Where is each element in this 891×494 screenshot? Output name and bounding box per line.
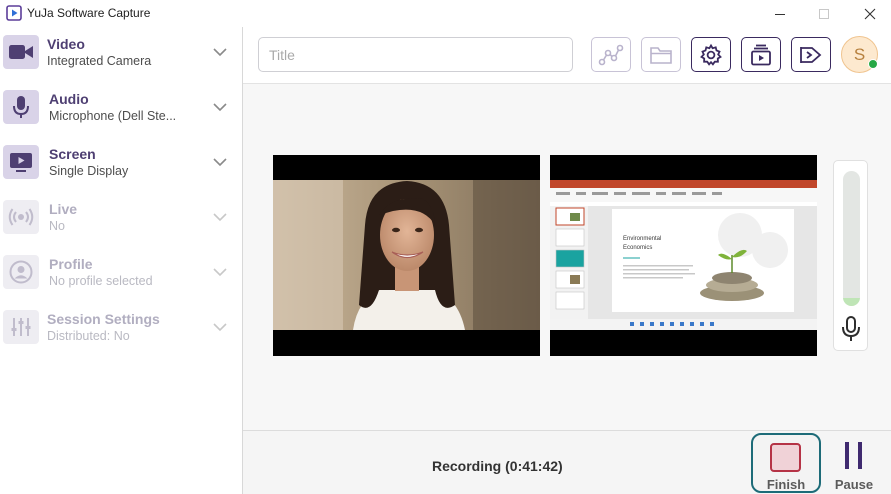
- sidebar-item-title: Session Settings: [47, 311, 160, 327]
- settings-button[interactable]: [691, 37, 731, 72]
- camera-preview: [273, 155, 540, 356]
- slide-title-line1: Environmental: [623, 236, 661, 242]
- yuja-app-icon: [6, 5, 22, 21]
- window-title: YuJa Software Capture: [27, 6, 151, 20]
- sidebar-item-live[interactable]: Live No: [0, 192, 242, 247]
- online-status-dot: [868, 59, 878, 69]
- chevron-down-icon[interactable]: [212, 46, 228, 58]
- sidebar-item-title: Audio: [49, 91, 89, 107]
- finish-label: Finish: [766, 477, 806, 492]
- sidebar-item-session-settings[interactable]: Session Settings Distributed: No: [0, 302, 242, 357]
- sidebar-item-subtitle: No: [49, 219, 65, 233]
- sidebar-item-subtitle: Single Display: [49, 164, 129, 178]
- sliders-icon: [3, 310, 39, 344]
- screen-share-image: Environmental Economics: [550, 180, 817, 330]
- audio-level-meter: [843, 171, 860, 306]
- chevron-down-icon[interactable]: [212, 321, 228, 333]
- maximize-icon: [819, 8, 829, 19]
- chevron-down-icon[interactable]: [212, 266, 228, 278]
- sidebar-item-screen[interactable]: Screen Single Display: [0, 137, 242, 192]
- media-library-button[interactable]: [741, 37, 781, 72]
- maximize-button[interactable]: [803, 0, 845, 27]
- sidebar-item-subtitle: Integrated Camera: [47, 54, 152, 68]
- pause-label: Pause: [834, 477, 874, 492]
- sidebar: Video Integrated Camera Audio Microphone…: [0, 27, 243, 494]
- title-bar: YuJa Software Capture: [0, 0, 891, 27]
- sidebar-item-audio[interactable]: Audio Microphone (Dell Ste...: [0, 82, 242, 137]
- audio-level-fill: [843, 297, 860, 306]
- yuja-capture-window: YuJa Software Capture Video Integrated C…: [0, 0, 891, 494]
- close-icon: [864, 8, 876, 19]
- slide-title-line2: Economics: [623, 245, 652, 251]
- folder-button[interactable]: [641, 37, 681, 72]
- gear-icon: [700, 43, 722, 66]
- live-broadcast-icon: [3, 200, 39, 234]
- announcement-icon: [800, 46, 822, 63]
- minimize-icon: [775, 13, 785, 15]
- title-input[interactable]: [258, 37, 573, 72]
- webcam-feed-image: [273, 180, 540, 330]
- sidebar-item-profile[interactable]: Profile No profile selected: [0, 247, 242, 302]
- announcement-button[interactable]: [791, 37, 831, 72]
- workflow-button[interactable]: [591, 37, 631, 72]
- sidebar-item-title: Profile: [49, 256, 93, 272]
- close-button[interactable]: [849, 0, 891, 27]
- screen-preview: Environmental Economics: [550, 155, 817, 356]
- sidebar-item-subtitle: Distributed: No: [47, 329, 130, 343]
- microphone-icon: [3, 90, 39, 124]
- chevron-down-icon[interactable]: [212, 211, 228, 223]
- pause-button[interactable]: Pause: [829, 433, 879, 493]
- sidebar-item-video[interactable]: Video Integrated Camera: [0, 27, 242, 82]
- screen-icon: [3, 145, 39, 179]
- chevron-down-icon[interactable]: [212, 101, 228, 113]
- media-library-icon: [751, 44, 771, 65]
- minimize-button[interactable]: [759, 0, 801, 27]
- video-camera-icon: [3, 35, 39, 69]
- profile-icon: [3, 255, 39, 289]
- sidebar-item-title: Live: [49, 201, 78, 217]
- sidebar-item-subtitle: Microphone (Dell Ste...: [49, 109, 177, 123]
- sidebar-item-subtitle: No profile selected: [49, 274, 153, 288]
- finish-button[interactable]: Finish: [751, 433, 821, 493]
- avatar-initial: S: [853, 44, 866, 64]
- folder-icon: [650, 46, 672, 64]
- microphone-icon[interactable]: [840, 315, 862, 343]
- workflow-icon: [598, 44, 624, 65]
- stop-icon: [770, 443, 801, 472]
- pause-icon: [845, 442, 849, 469]
- sidebar-item-title: Screen: [49, 146, 96, 162]
- audio-level-panel: [833, 160, 868, 351]
- recording-status: Recording (0:41:42): [432, 458, 563, 474]
- sidebar-item-title: Video: [47, 36, 85, 52]
- chevron-down-icon[interactable]: [212, 156, 228, 168]
- pause-icon: [858, 442, 862, 469]
